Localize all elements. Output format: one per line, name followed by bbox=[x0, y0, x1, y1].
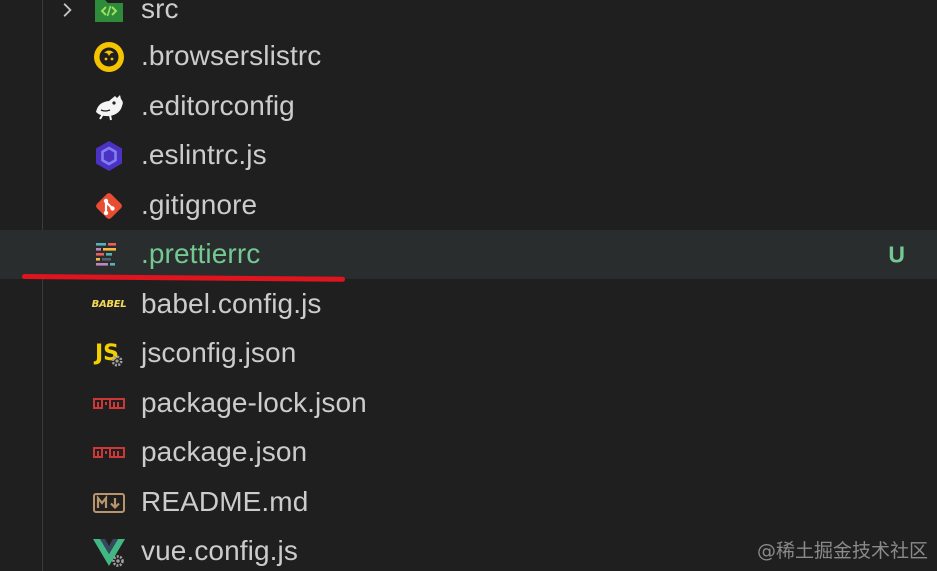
tree-item-label: README.md bbox=[141, 485, 309, 517]
markdown-icon bbox=[92, 486, 126, 520]
jsconfig-icon: JS bbox=[92, 337, 126, 371]
gear-icon bbox=[111, 355, 123, 366]
npm-icon bbox=[92, 436, 126, 470]
tree-item-label: vue.config.js bbox=[141, 534, 298, 566]
untracked-badge: U bbox=[888, 241, 905, 267]
tree-item-editorconfig[interactable]: .editorconfig bbox=[0, 82, 937, 131]
tree-item-src[interactable]: src bbox=[0, 0, 937, 34]
tree-item-label: .browserslistrc bbox=[141, 39, 322, 71]
tree-item-label: babel.config.js bbox=[141, 287, 322, 319]
tree-item-babel-config[interactable]: BABEL babel.config.js bbox=[0, 280, 937, 329]
tree-item-label: .eslintrc.js bbox=[141, 138, 267, 170]
tree-item-eslintrc[interactable]: .eslintrc.js bbox=[0, 131, 937, 180]
tree-item-label: jsconfig.json bbox=[141, 336, 297, 368]
file-explorer: src .browserslistrc .editorconfig .eslin… bbox=[0, 0, 937, 571]
vue-icon bbox=[92, 535, 126, 569]
tree-item-label: package-lock.json bbox=[141, 386, 367, 418]
tree-item-prettierrc[interactable]: .prettierrc U bbox=[0, 230, 937, 279]
babel-icon: BABEL bbox=[91, 299, 127, 310]
browserslist-icon bbox=[92, 40, 126, 74]
tree-item-readme[interactable]: README.md bbox=[0, 478, 937, 527]
source-folder-icon bbox=[92, 0, 126, 27]
watermark: @稀土掘金技术社区 bbox=[756, 540, 928, 562]
tree-item-package-json[interactable]: package.json bbox=[0, 428, 937, 477]
tree-item-label: .editorconfig bbox=[141, 89, 295, 121]
tree-item-jsconfig[interactable]: JS jsconfig.json bbox=[0, 329, 937, 378]
chevron-right-icon[interactable] bbox=[58, 1, 76, 19]
npm-icon bbox=[92, 387, 126, 421]
tree-item-label: .prettierrc bbox=[141, 237, 261, 269]
git-icon bbox=[92, 189, 126, 223]
prettier-icon bbox=[92, 238, 126, 272]
tree-item-gitignore[interactable]: .gitignore bbox=[0, 181, 937, 230]
tree-item-package-lock[interactable]: package-lock.json bbox=[0, 379, 937, 428]
tree-item-browserslistrc[interactable]: .browserslistrc bbox=[0, 32, 937, 81]
tree-item-label: src bbox=[141, 0, 179, 24]
editorconfig-icon bbox=[92, 90, 126, 124]
tree-item-label: .gitignore bbox=[141, 188, 258, 220]
tree-item-label: package.json bbox=[141, 435, 308, 467]
eslint-icon bbox=[92, 139, 126, 173]
